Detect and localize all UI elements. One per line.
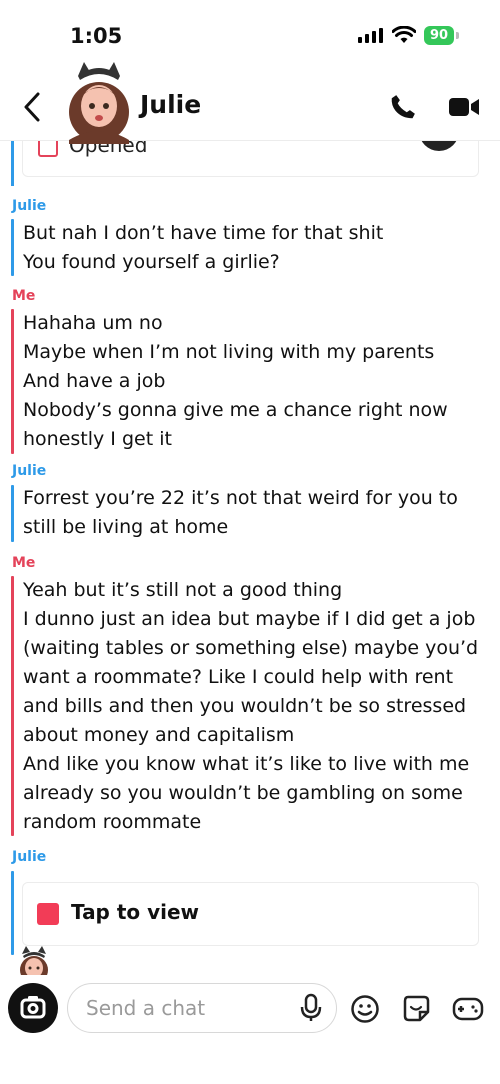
- unopened-snap-icon: [37, 903, 59, 925]
- battery-icon: 90: [424, 26, 454, 45]
- julie-message-bar: [11, 219, 14, 276]
- julie-message-bar: [11, 485, 14, 542]
- contact-name[interactable]: Julie: [140, 90, 201, 119]
- avatar[interactable]: [64, 62, 134, 144]
- chat-thread[interactable]: Opened Julie But nah I don’t have time f…: [0, 140, 500, 975]
- back-chevron-icon[interactable]: [18, 90, 46, 124]
- message-text: And like you know what it’s like to live…: [23, 753, 470, 833]
- sender-label-julie: Julie: [12, 463, 47, 479]
- julie-message-bar: [11, 140, 14, 186]
- message-text: I dunno just an idea but maybe if I did …: [23, 608, 479, 746]
- camera-button[interactable]: [8, 983, 58, 1033]
- battery-level: 90: [429, 28, 449, 43]
- sender-label-julie: Julie: [12, 198, 47, 214]
- message-text: And have a job: [23, 370, 166, 392]
- sender-label-me: Me: [12, 288, 36, 304]
- phone-icon[interactable]: [388, 92, 418, 122]
- message-text: Forrest you’re 22 it’s not that weird fo…: [23, 487, 458, 538]
- chat-header: Julie: [0, 62, 500, 144]
- julie-message-bar: [11, 871, 14, 955]
- message-text: But nah I don’t have time for that shit: [23, 222, 384, 244]
- game-controller-icon[interactable]: [452, 996, 484, 1022]
- emoji-icon[interactable]: [350, 994, 380, 1024]
- message-text: You found yourself a girlie?: [23, 251, 280, 273]
- message-text: Maybe when I’m not living with my parent…: [23, 341, 435, 363]
- sticker-icon[interactable]: [401, 993, 431, 1023]
- video-camera-icon[interactable]: [448, 96, 480, 118]
- message-text: honestly I get it: [23, 428, 172, 450]
- me-message-bar: [11, 309, 14, 454]
- chat-input-bar: Send a chat: [0, 975, 500, 1084]
- wifi-icon: [392, 26, 416, 43]
- microphone-icon[interactable]: [300, 993, 322, 1023]
- message-text: Yeah but it’s still not a good thing: [23, 579, 343, 601]
- snap-card[interactable]: Tap to view: [22, 882, 479, 946]
- message-text: Hahaha um no: [23, 312, 163, 334]
- message-group[interactable]: Hahaha um no Maybe when I’m not living w…: [23, 309, 488, 454]
- message-text: Nobody’s gonna give me a chance right no…: [23, 399, 448, 421]
- message-group[interactable]: Forrest you’re 22 it’s not that weird fo…: [23, 484, 488, 542]
- replay-icon: [419, 140, 459, 151]
- tap-to-view-label: Tap to view: [71, 900, 200, 924]
- me-message-bar: [11, 576, 14, 836]
- opened-snap-card[interactable]: Opened: [22, 140, 479, 177]
- chat-input-placeholder: Send a chat: [86, 996, 206, 1020]
- chat-input[interactable]: Send a chat: [67, 983, 337, 1033]
- status-time: 1:05: [70, 24, 123, 48]
- sender-label-me: Me: [12, 555, 36, 571]
- signal-icon: [358, 28, 383, 43]
- message-group[interactable]: But nah I don’t have time for that shit …: [23, 219, 488, 277]
- typing-avatar: [20, 946, 48, 975]
- message-group[interactable]: Yeah but it’s still not a good thing I d…: [23, 576, 488, 837]
- camera-icon: [20, 996, 46, 1019]
- sender-label-julie: Julie: [12, 849, 47, 865]
- battery-tip: [456, 32, 459, 39]
- opened-snap-icon: [38, 140, 58, 157]
